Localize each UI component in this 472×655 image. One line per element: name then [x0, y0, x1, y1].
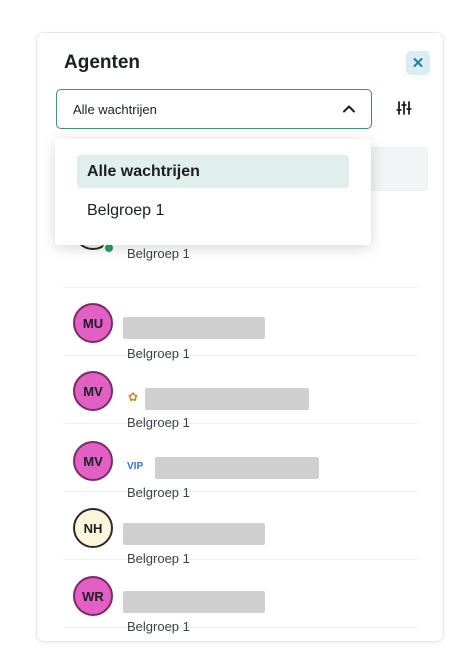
avatar: MV — [73, 441, 113, 481]
agent-row[interactable]: NH Belgroep 1 — [63, 491, 419, 566]
agent-row[interactable]: MV VIP Belgroep 1 — [63, 423, 419, 500]
close-icon: ✕ — [411, 54, 425, 72]
agent-name-redacted — [123, 317, 265, 339]
filter-button[interactable] — [393, 97, 415, 119]
agent-group: Belgroep 1 — [127, 246, 190, 261]
avatar: NH — [73, 508, 113, 548]
avatar: MU — [73, 303, 113, 343]
agent-name-redacted — [123, 591, 265, 613]
avatar: WR — [73, 576, 113, 616]
panel-title: Agenten — [64, 52, 140, 73]
avatar: MV — [73, 371, 113, 411]
queue-select-value: Alle wachtrijen — [73, 101, 157, 117]
chevron-up-icon — [343, 105, 355, 113]
queue-dropdown-menu: Alle wachtrijen Belgroep 1 — [55, 139, 371, 245]
agent-row[interactable]: MU Belgroep 1 — [63, 287, 419, 361]
agents-panel: Agenten ✕ Alle wachtrijen Alle wachtrije… — [36, 32, 444, 642]
agent-group: Belgroep 1 — [127, 619, 190, 634]
vip-badge: VIP — [127, 461, 144, 472]
close-button[interactable]: ✕ — [406, 51, 430, 75]
agent-row[interactable]: MV ✿ Belgroep 1 — [63, 355, 419, 430]
agent-name-redacted — [145, 388, 309, 410]
agent-row[interactable]: WR Belgroep 1 — [63, 559, 419, 634]
queue-select[interactable]: Alle wachtrijen — [56, 89, 372, 129]
sliders-icon — [396, 101, 412, 115]
agent-name-redacted — [155, 457, 319, 479]
agent-name-redacted — [123, 523, 265, 545]
dropdown-option-belgroep-1[interactable]: Belgroep 1 — [77, 194, 349, 227]
star-icon: ✿ — [128, 390, 139, 404]
dropdown-option-all-queues[interactable]: Alle wachtrijen — [77, 155, 349, 188]
